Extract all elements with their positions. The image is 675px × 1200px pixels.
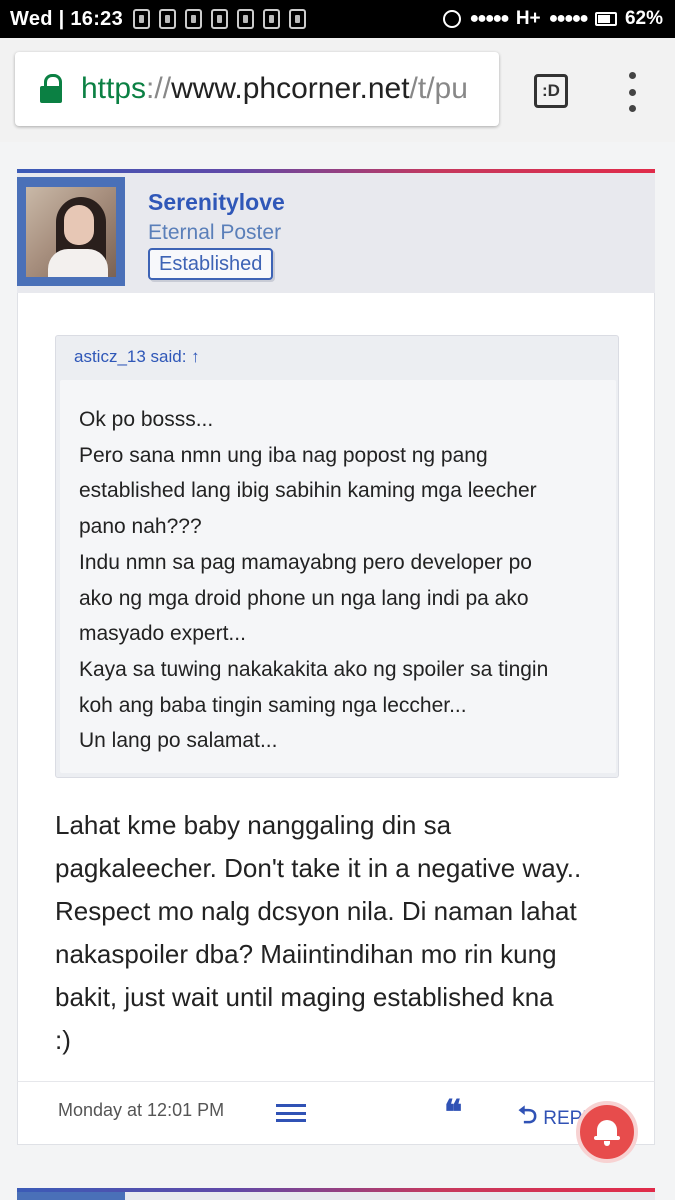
notification-icon (159, 9, 177, 29)
bell-icon (594, 1118, 620, 1146)
quote-content: Ok po bosss... Pero sana nmn ung iba nag… (60, 380, 616, 773)
notification-icon (237, 9, 255, 29)
quote-line: Un lang po salamat... (79, 729, 278, 753)
post-body: asticz_13 said: ↑ Ok po bosss... Pero sa… (17, 293, 655, 1081)
notification-icon (263, 9, 281, 29)
status-bar: Wed | 16:23 ●●●●● H+ ●●●●● 62% (0, 0, 675, 38)
tabs-icon[interactable]: :D (534, 74, 568, 108)
battery-level: 62% (624, 8, 663, 29)
signal-icon: ●●●●● (548, 10, 589, 27)
post-author-header: Serenitylove Eternal Poster Established (17, 173, 655, 293)
quote-line: masyado expert... (79, 622, 246, 646)
notification-icons (133, 9, 307, 29)
author-title: Eternal Poster (148, 221, 282, 244)
url-text[interactable]: https://www.phcorner.net/t/pu (81, 72, 468, 106)
message-line: Lahat kme baby nanggaling din sa (55, 810, 452, 840)
quote-line: Ok po bosss... (79, 408, 214, 431)
forum-post: Serenitylove Eternal Poster Established … (17, 169, 655, 1189)
author-badge: Established (148, 248, 274, 280)
message-line: nakaspoiler dba? Maiintindihan mo rin ku… (55, 939, 557, 969)
notification-icon (289, 9, 307, 29)
quote-line: established lang ibig sabihin kaming mga… (79, 479, 537, 503)
battery-icon (594, 12, 617, 26)
lock-icon[interactable] (40, 74, 64, 104)
message-line: bakit, just wait until maging establishe… (55, 982, 554, 1012)
quote-line: Pero sana nmn ung iba nag popost ng pang (79, 443, 488, 467)
quote-line: ako ng mga droid phone un nga lang indi … (79, 586, 529, 610)
status-time: Wed | 16:23 (10, 7, 124, 30)
post-timestamp[interactable]: Monday at 12:01 PM (58, 1100, 224, 1121)
overflow-menu-icon[interactable] (622, 72, 642, 112)
quote-line: koh ang baba tingin saming nga leccher..… (79, 693, 467, 717)
quote-attribution[interactable]: asticz_13 said: ↑ (74, 347, 200, 367)
quote-line: Indu nmn sa pag mamayabng pero developer… (79, 550, 532, 574)
quote-line: Kaya sa tuwing nakakakita ako ng spoiler… (79, 657, 549, 681)
quote-line: pano nah??? (79, 515, 202, 539)
notification-icon (133, 9, 151, 29)
notification-bell-button[interactable] (576, 1101, 638, 1163)
author-name[interactable]: Serenitylove (148, 189, 285, 216)
post-message: Lahat kme baby nanggaling din sa pagkale… (55, 804, 640, 1062)
quote-block: asticz_13 said: ↑ Ok po bosss... Pero sa… (55, 335, 619, 778)
network-type: H+ (515, 8, 541, 29)
reply-arrow-icon: ⮌ (518, 1102, 538, 1129)
message-line: :) (55, 1025, 71, 1055)
quote-icon[interactable]: ❝ (444, 1096, 462, 1130)
avatar[interactable] (26, 187, 116, 277)
message-line: Respect mo nalg dcsyon nila. Di naman la… (55, 896, 577, 926)
system-icons: ●●●●● H+ ●●●●● 62% (443, 8, 663, 30)
notification-icon (185, 9, 203, 29)
signal-icon: ●●●●● (469, 10, 509, 27)
hamburger-icon[interactable] (276, 1104, 306, 1122)
page-content: Serenitylove Eternal Poster Established … (0, 142, 675, 1200)
address-bar[interactable]: https://www.phcorner.net/t/pu (15, 52, 499, 126)
message-line: pagkaleecher. Don't take it in a negativ… (55, 853, 582, 883)
next-post-header (17, 1188, 655, 1200)
notification-icon (211, 9, 229, 29)
alarm-icon (443, 10, 462, 28)
avatar-frame (17, 177, 125, 286)
post-footer: Monday at 12:01 PM ❝ ⮌ REPLY (17, 1081, 655, 1145)
browser-toolbar: https://www.phcorner.net/t/pu :D (0, 38, 675, 142)
